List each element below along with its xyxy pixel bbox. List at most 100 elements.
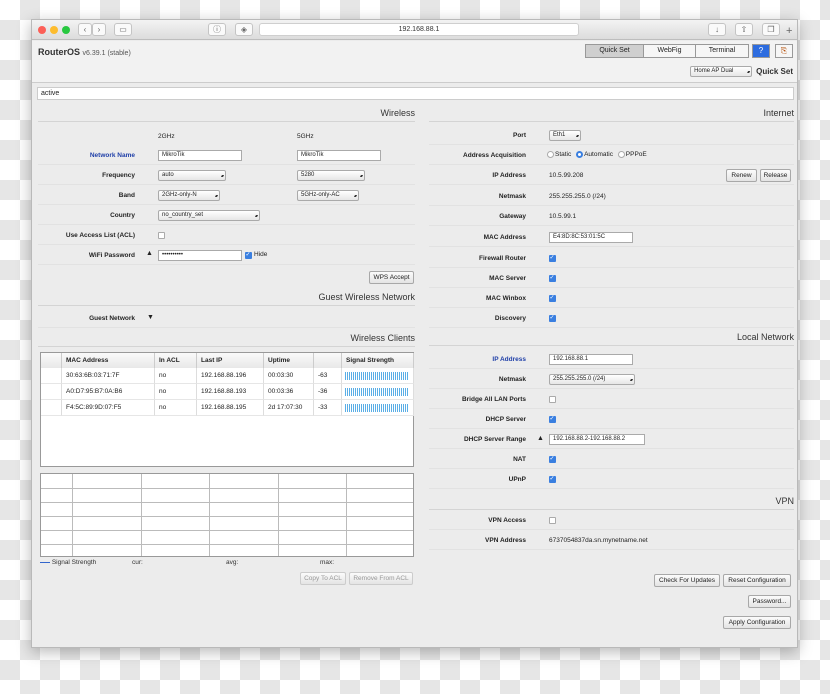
tab-webfig[interactable]: WebFig: [644, 45, 696, 57]
band-2ghz-heading: 2GHz: [158, 133, 175, 140]
zoom-dot-icon[interactable]: [62, 26, 70, 34]
upnp-checkbox[interactable]: [549, 475, 556, 483]
tab-quick-set[interactable]: Quick Set: [586, 45, 644, 57]
hide-checkbox[interactable]: [245, 251, 252, 259]
table-cell: -63: [314, 368, 342, 384]
frequency-label: Frequency: [102, 172, 135, 179]
info-icon[interactable]: ⓘ: [208, 23, 226, 36]
remove-from-acl-button[interactable]: Remove From ACL: [349, 572, 413, 585]
new-tab-icon[interactable]: +: [786, 25, 792, 37]
table-cell: 192.168.88.195: [197, 400, 264, 416]
frequency-2ghz-select[interactable]: auto: [158, 170, 226, 181]
mac-winbox-checkbox[interactable]: [549, 294, 556, 302]
table-header[interactable]: MAC Address: [62, 353, 155, 368]
check-updates-button[interactable]: Check For Updates: [654, 574, 720, 587]
upnp-row: UPnP: [429, 470, 794, 489]
table-header[interactable]: Last IP: [197, 353, 264, 368]
release-button[interactable]: Release: [760, 169, 791, 182]
local-ip-row: IP Address 192.168.88.1: [429, 350, 794, 369]
tabs-icon[interactable]: ❐: [762, 23, 780, 36]
table-header[interactable]: [314, 353, 342, 368]
legend-swatch: [40, 561, 50, 563]
logout-icon[interactable]: ⎘: [775, 44, 793, 58]
browser-window: ‹ › ▭ ⓘ ◈ 192.168.88.1 ↓ ⇧ ❐ + RouterOS …: [31, 19, 798, 648]
static-radio[interactable]: [547, 151, 554, 158]
download-icon[interactable]: ↓: [708, 23, 726, 36]
bridge-checkbox[interactable]: [549, 396, 556, 403]
sidebar-icon[interactable]: ▭: [114, 23, 132, 36]
wifi-password-input[interactable]: ••••••••••: [158, 250, 242, 261]
firewall-checkbox[interactable]: [549, 254, 556, 262]
shield-icon[interactable]: ◈: [235, 23, 253, 36]
guest-network-label: Guest Network: [89, 315, 135, 322]
wps-accept-button[interactable]: WPS Accept: [369, 271, 414, 284]
close-dot-icon[interactable]: [38, 26, 46, 34]
table-cell: [41, 384, 62, 400]
mac-address-input[interactable]: E4:8D:8C:53:01:5C: [549, 232, 633, 243]
automatic-radio[interactable]: [576, 151, 584, 158]
band-2ghz-select[interactable]: 2GHz-only-N: [158, 190, 220, 201]
vpn-section-title: VPN: [429, 496, 794, 510]
signal-bars: [345, 372, 409, 380]
network-name-5ghz-input[interactable]: MikroTik: [297, 150, 381, 161]
band-5ghz-select[interactable]: 5GHz-only-AC: [297, 190, 359, 201]
signal-bars: [345, 388, 409, 396]
address-bar[interactable]: 192.168.88.1: [259, 23, 579, 36]
back-icon[interactable]: ‹: [78, 23, 92, 36]
table-header[interactable]: Uptime: [264, 353, 314, 368]
graph-legend: Signal Strength: [40, 559, 96, 566]
dhcp-server-checkbox[interactable]: [549, 415, 556, 423]
password-button[interactable]: Password...: [748, 595, 791, 608]
bridge-label: Bridge All LAN Ports: [461, 396, 526, 403]
address-acquisition-row: Address Acquisition Static Automatic PPP…: [429, 146, 794, 165]
dhcp-range-label: DHCP Server Range: [463, 436, 526, 443]
nat-checkbox[interactable]: [549, 455, 556, 463]
mode-select[interactable]: Home AP Dual: [690, 66, 753, 77]
mode-tabs: Quick Set WebFig Terminal: [585, 44, 749, 58]
tab-terminal[interactable]: Terminal: [696, 45, 748, 57]
caret-down-icon[interactable]: ▼: [147, 314, 154, 321]
caret-up-icon[interactable]: ▲: [537, 435, 544, 442]
country-select[interactable]: no_country_set: [158, 210, 260, 221]
table-header[interactable]: [41, 353, 62, 368]
frequency-5ghz-select[interactable]: 5280: [297, 170, 365, 181]
vpn-address-row: VPN Address 6737054837da.sn.mynetname.ne…: [429, 531, 794, 550]
reset-configuration-button[interactable]: Reset Configuration: [723, 574, 791, 587]
table-header[interactable]: In ACL: [155, 353, 197, 368]
mac-winbox-label: MAC Winbox: [485, 295, 526, 302]
share-icon[interactable]: ⇧: [735, 23, 753, 36]
dhcp-range-row: DHCP Server Range ▲ 192.168.88.2-192.168…: [429, 430, 794, 449]
country-row: Country no_country_set: [38, 206, 415, 225]
forward-icon[interactable]: ›: [92, 23, 106, 36]
network-name-2ghz-input[interactable]: MikroTik: [158, 150, 242, 161]
apply-configuration-button[interactable]: Apply Configuration: [723, 616, 791, 629]
renew-button[interactable]: Renew: [726, 169, 757, 182]
discovery-checkbox[interactable]: [549, 314, 556, 322]
gateway-label: Gateway: [499, 213, 526, 220]
grid-line: [41, 544, 413, 545]
dhcp-range-input[interactable]: 192.168.88.2-192.168.88.2: [549, 434, 645, 445]
port-select[interactable]: Eth1: [549, 130, 581, 141]
local-section-title: Local Network: [429, 332, 794, 346]
vpn-access-checkbox[interactable]: [549, 517, 556, 524]
nat-label: NAT: [513, 456, 526, 463]
local-netmask-select[interactable]: 255.255.255.0 (/24): [549, 374, 635, 385]
local-ip-input[interactable]: 192.168.88.1: [549, 354, 633, 365]
bridge-row: Bridge All LAN Ports: [429, 390, 794, 409]
table-header[interactable]: Signal Strength: [342, 353, 414, 368]
netmask-label: Netmask: [498, 193, 526, 200]
band-5ghz-heading: 5GHz: [297, 133, 314, 140]
help-icon[interactable]: ?: [752, 44, 770, 58]
signal-graph: [40, 473, 414, 557]
minimize-dot-icon[interactable]: [50, 26, 58, 34]
caret-up-icon[interactable]: ▲: [146, 250, 153, 257]
local-netmask-label: Netmask: [498, 376, 526, 383]
pppoe-radio[interactable]: [617, 151, 625, 158]
grid-line: [41, 530, 413, 531]
mac-server-label: MAC Server: [489, 275, 526, 282]
mac-server-checkbox[interactable]: [549, 274, 556, 282]
copy-to-acl-button[interactable]: Copy To ACL: [300, 572, 346, 585]
app-header: RouterOS v6.39.1 (stable) Quick Set WebF…: [32, 41, 797, 83]
acl-checkbox[interactable]: [158, 232, 165, 239]
mac-address-row: MAC Address E4:8D:8C:53:01:5C: [429, 228, 794, 247]
